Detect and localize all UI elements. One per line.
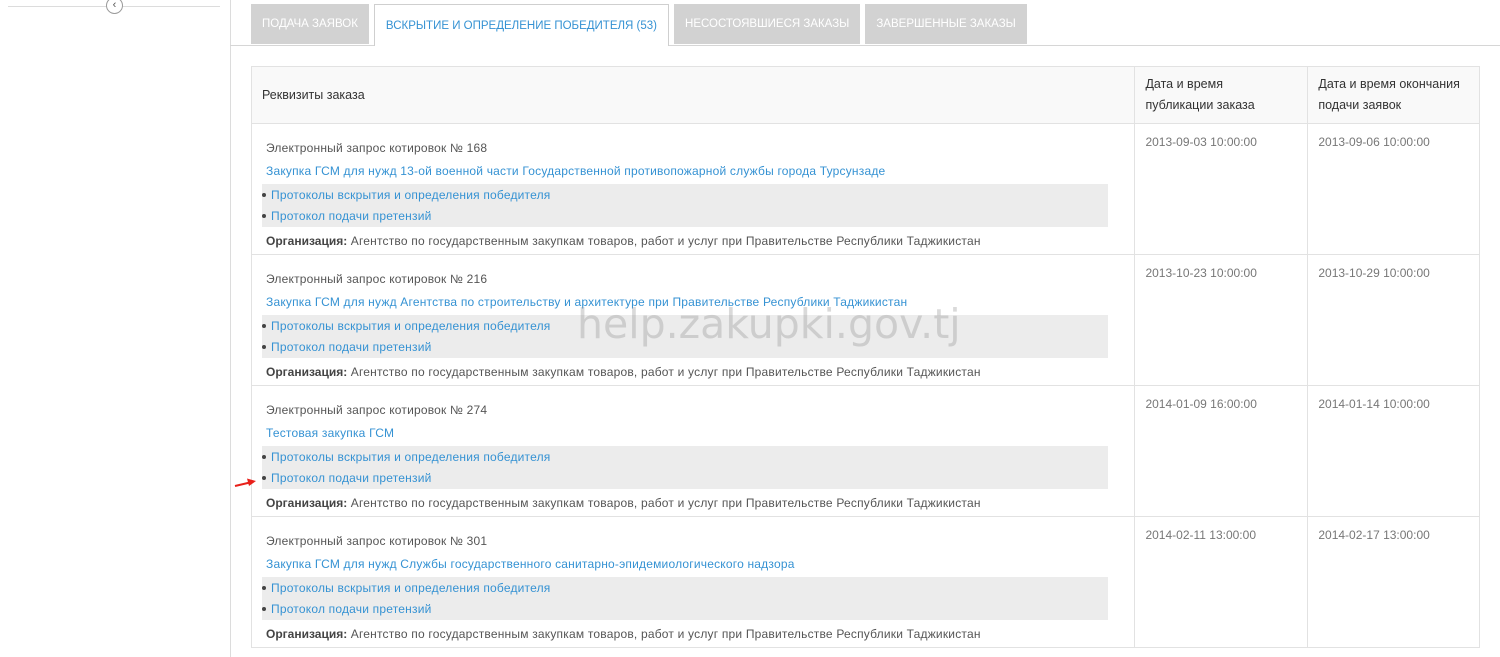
protocol-opening-link[interactable]: Протоколы вскрытия и определения победит… xyxy=(262,578,1108,599)
header-published-line2: публикации заказа xyxy=(1145,98,1255,112)
status-tabs: ПОДАЧА ЗАЯВОК ВСКРЫТИЕ И ОПРЕДЕЛЕНИЕ ПОБ… xyxy=(251,4,1032,46)
table-row: Электронный запрос котировок № 168 Закуп… xyxy=(250,123,1480,255)
protocols-list: Протоколы вскрытия и определения победит… xyxy=(262,184,1108,227)
organization-label: Организация: xyxy=(266,627,348,641)
header-published: Дата и время публикации заказа xyxy=(1134,66,1309,124)
order-type: Электронный запрос котировок № 274 xyxy=(266,403,488,417)
protocol-claims-link[interactable]: Протокол подачи претензий xyxy=(262,599,1108,620)
deadline-date: 2014-01-14 10:00:00 xyxy=(1307,385,1480,517)
order-details-cell: Электронный запрос котировок № 301 Закуп… xyxy=(250,516,1136,648)
bullet-icon xyxy=(262,455,266,460)
table-row: Электронный запрос котировок № 301 Закуп… xyxy=(250,516,1480,648)
bullet-icon xyxy=(262,475,266,480)
organization-label: Организация: xyxy=(266,365,348,379)
order-title-link[interactable]: Закупка ГСМ для нужд 13-ой военной части… xyxy=(266,161,1124,181)
order-title-link[interactable]: Закупка ГСМ для нужд Агентства по строит… xyxy=(266,292,1124,312)
published-date: 2013-10-23 10:00:00 xyxy=(1134,254,1309,386)
left-sidebar: ‹ xyxy=(0,0,231,657)
organization-name: Агентство по государственным закупкам то… xyxy=(350,365,981,379)
table-row: Электронный запрос котировок № 216 Закуп… xyxy=(250,254,1480,386)
protocols-list: Протоколы вскрытия и определения победит… xyxy=(262,315,1108,358)
protocol-claims-link[interactable]: Протокол подачи претензий xyxy=(262,468,1108,489)
organization: Организация: Агентство по государственны… xyxy=(266,231,1124,251)
protocols-list: Протоколы вскрытия и определения победит… xyxy=(262,446,1108,489)
table-header-row: Реквизиты заказа Дата и время публикации… xyxy=(250,66,1480,124)
order-type: Электронный запрос котировок № 216 xyxy=(266,272,488,286)
header-deadline-line1: Дата и время окончания xyxy=(1318,77,1460,91)
organization-name: Агентство по государственным закупкам то… xyxy=(350,234,981,248)
header-deadline-line2: подачи заявок xyxy=(1318,98,1402,112)
bullet-icon xyxy=(262,213,266,218)
protocol-claims-link[interactable]: Протокол подачи претензий xyxy=(262,337,1108,358)
header-order-details: Реквизиты заказа xyxy=(250,66,1136,124)
organization-label: Организация: xyxy=(266,496,348,510)
protocols-list: Протоколы вскрытия и определения победит… xyxy=(262,577,1108,620)
order-title-link[interactable]: Тестовая закупка ГСМ xyxy=(266,423,1124,443)
chevron-left-icon[interactable]: ‹ xyxy=(106,0,123,14)
bullet-icon xyxy=(262,344,266,349)
organization-name: Агентство по государственным закупкам то… xyxy=(350,627,981,641)
protocol-claims-label: Протокол подачи претензий xyxy=(271,339,432,354)
organization-name: Агентство по государственным закупкам то… xyxy=(350,496,981,510)
protocol-opening-link[interactable]: Протоколы вскрытия и определения победит… xyxy=(262,447,1108,468)
organization: Организация: Агентство по государственны… xyxy=(266,362,1124,382)
protocol-claims-label: Протокол подачи претензий xyxy=(271,470,432,485)
order-details-cell: Электронный запрос котировок № 168 Закуп… xyxy=(250,123,1136,255)
protocol-opening-link[interactable]: Протоколы вскрытия и определения победит… xyxy=(262,185,1108,206)
deadline-date: 2013-09-06 10:00:00 xyxy=(1307,123,1480,255)
published-date: 2013-09-03 10:00:00 xyxy=(1134,123,1309,255)
bullet-icon xyxy=(262,193,266,198)
bullet-icon xyxy=(262,606,266,611)
published-date: 2014-01-09 16:00:00 xyxy=(1134,385,1309,517)
table-row: Электронный запрос котировок № 274 Тесто… xyxy=(250,385,1480,517)
organization-label: Организация: xyxy=(266,234,348,248)
order-type: Электронный запрос котировок № 168 xyxy=(266,141,488,155)
order-details-cell: Электронный запрос котировок № 274 Тесто… xyxy=(250,385,1136,517)
protocol-claims-label: Протокол подачи претензий xyxy=(271,601,432,616)
protocol-opening-label: Протоколы вскрытия и определения победит… xyxy=(271,319,551,334)
order-title-link[interactable]: Закупка ГСМ для нужд Службы государствен… xyxy=(266,554,1124,574)
protocol-claims-link[interactable]: Протокол подачи претензий xyxy=(262,206,1108,227)
order-details-cell: Электронный запрос котировок № 216 Закуп… xyxy=(250,254,1136,386)
header-published-line1: Дата и время xyxy=(1145,77,1223,91)
red-arrow-icon xyxy=(234,478,256,487)
header-deadline: Дата и время окончания подачи заявок xyxy=(1307,66,1480,124)
protocol-opening-label: Протоколы вскрытия и определения победит… xyxy=(271,450,551,465)
order-type: Электронный запрос котировок № 301 xyxy=(266,534,488,548)
published-date: 2014-02-11 13:00:00 xyxy=(1134,516,1309,648)
organization: Организация: Агентство по государственны… xyxy=(266,624,1124,644)
bullet-icon xyxy=(262,324,266,329)
deadline-date: 2014-02-17 13:00:00 xyxy=(1307,516,1480,648)
protocol-claims-label: Протокол подачи претензий xyxy=(271,208,432,223)
tab-submission[interactable]: ПОДАЧА ЗАЯВОК xyxy=(251,4,369,44)
organization: Организация: Агентство по государственны… xyxy=(266,493,1124,513)
bullet-icon xyxy=(262,586,266,591)
tab-completed-orders[interactable]: ЗАВЕРШЕННЫЕ ЗАКАЗЫ xyxy=(865,4,1027,44)
tab-failed-orders[interactable]: НЕСОСТОЯВШИЕСЯ ЗАКАЗЫ xyxy=(674,4,861,44)
protocol-opening-link[interactable]: Протоколы вскрытия и определения победит… xyxy=(262,316,1108,337)
protocol-opening-label: Протоколы вскрытия и определения победит… xyxy=(271,188,551,203)
tab-opening-and-winner[interactable]: ВСКРЫТИЕ И ОПРЕДЕЛЕНИЕ ПОБЕДИТЕЛЯ (53) xyxy=(373,4,670,46)
deadline-date: 2013-10-29 10:00:00 xyxy=(1307,254,1480,386)
orders-table: Реквизиты заказа Дата и время публикации… xyxy=(250,66,1480,648)
protocol-opening-label: Протоколы вскрытия и определения победит… xyxy=(271,581,551,596)
